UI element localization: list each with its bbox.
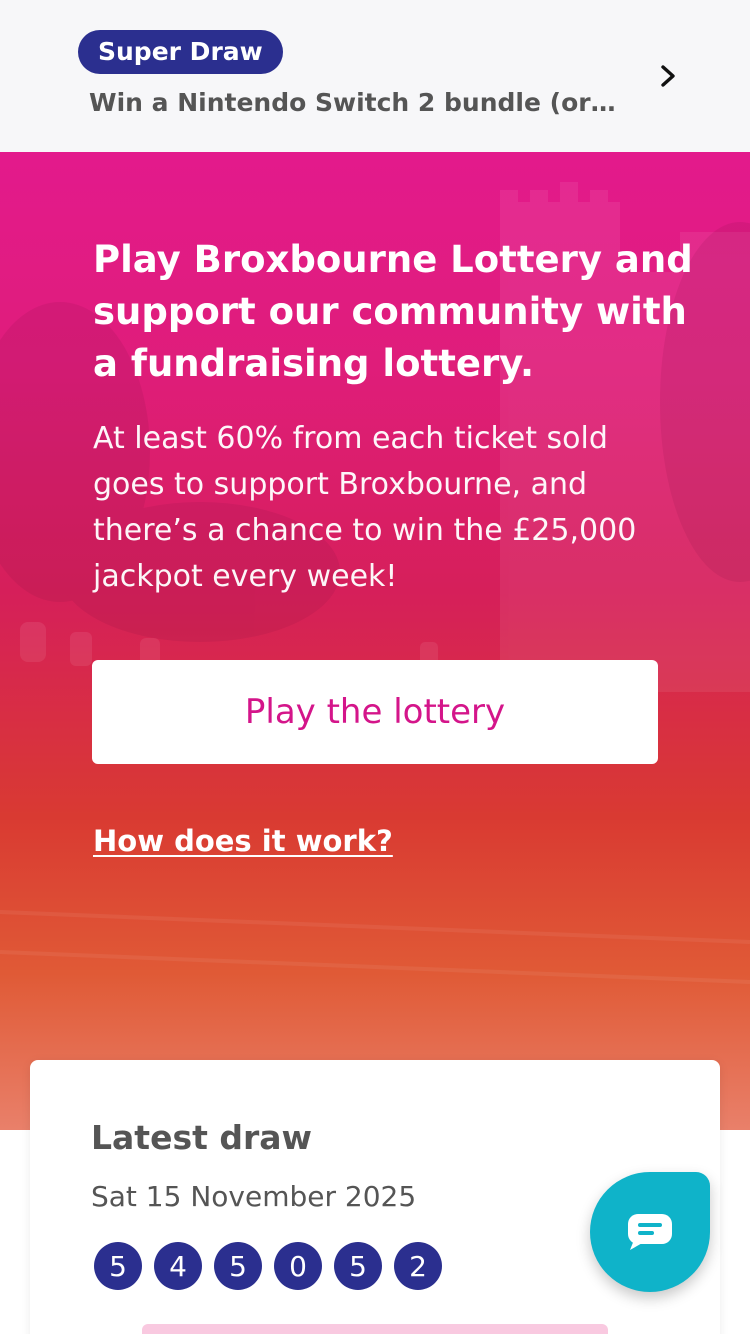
latest-draw-title: Latest draw [91,1118,313,1157]
latest-draw-date: Sat 15 November 2025 [91,1180,417,1213]
super-draw-text: Win a Nintendo Switch 2 bundle (or c… [89,88,619,117]
chat-icon [628,1214,672,1250]
page: Super Draw Win a Nintendo Switch 2 bundl… [0,0,750,1334]
winning-numbers: 5 4 5 0 5 2 [94,1242,442,1290]
super-draw-banner[interactable]: Super Draw Win a Nintendo Switch 2 bundl… [0,0,750,152]
number-ball: 4 [154,1242,202,1290]
card-result-strip [142,1324,608,1334]
hero-section: Play Broxbourne Lottery and support our … [0,152,750,1130]
number-ball: 5 [94,1242,142,1290]
super-draw-badge: Super Draw [78,30,283,74]
number-ball: 5 [334,1242,382,1290]
hero-description: At least 60% from each ticket sold goes … [93,421,637,594]
number-ball: 2 [394,1242,442,1290]
play-lottery-button[interactable]: Play the lottery [92,660,658,764]
chevron-right-icon[interactable] [656,62,680,90]
chat-button[interactable] [590,1172,710,1292]
number-ball: 5 [214,1242,262,1290]
how-does-it-work-link[interactable]: How does it work? [93,824,393,858]
number-ball: 0 [274,1242,322,1290]
hero-title: Play Broxbourne Lottery and support our … [93,238,693,385]
